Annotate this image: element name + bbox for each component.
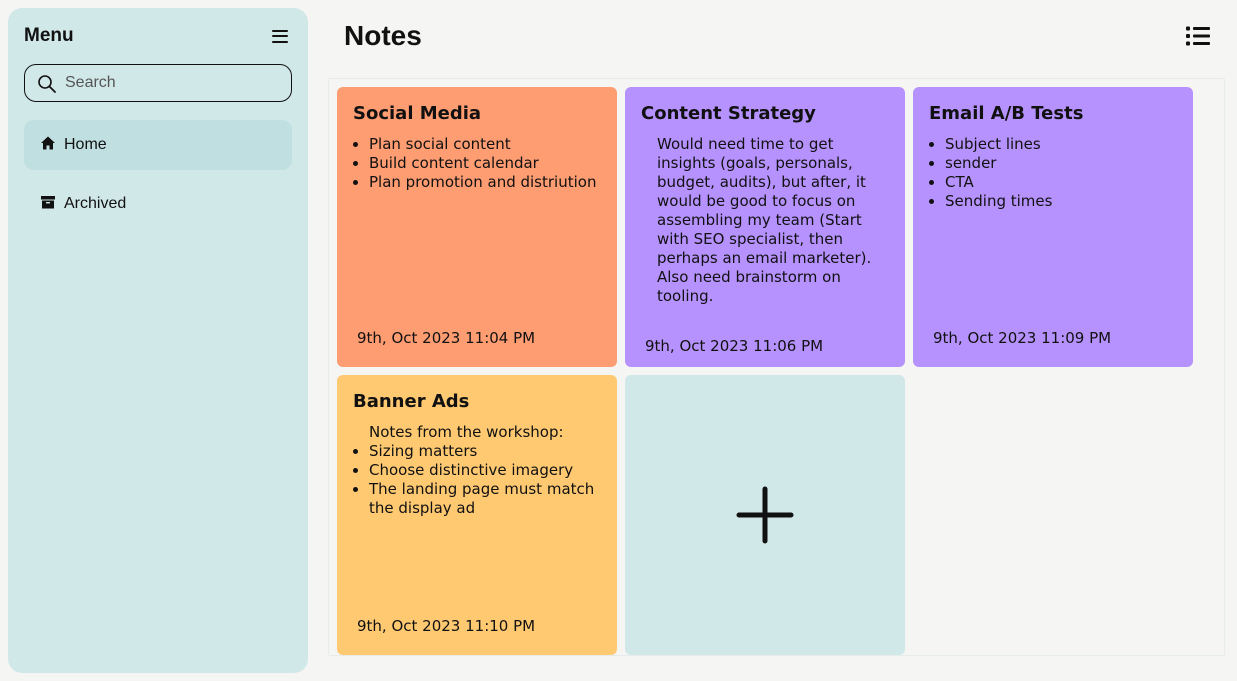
note-date: 9th, Oct 2023 11:10 PM [357, 617, 536, 635]
note-card-social-media[interactable]: Social Media Plan social content Build c… [337, 87, 617, 367]
note-card-email-ab-tests[interactable]: Email A/B Tests Subject lines sender CTA… [913, 87, 1193, 367]
sidebar-item-label: Home [64, 136, 107, 153]
note-bullet: CTA [945, 173, 1177, 192]
sidebar-header: Menu [24, 24, 292, 48]
note-date: 9th, Oct 2023 11:04 PM [357, 329, 536, 347]
note-body: Subject lines sender CTA Sending times [929, 135, 1177, 211]
sidebar-item-label: Archived [64, 195, 127, 212]
search-icon [38, 75, 56, 93]
search-input[interactable] [65, 74, 291, 92]
note-bullet: Sizing matters [369, 442, 601, 461]
home-icon [41, 136, 55, 150]
note-bullet: The landing page must match the display … [369, 480, 601, 518]
note-title: Content Strategy [641, 103, 816, 124]
add-note-button[interactable] [625, 375, 905, 655]
note-title: Banner Ads [353, 391, 470, 412]
note-bullet: sender [945, 154, 1177, 173]
note-date: 9th, Oct 2023 11:06 PM [645, 337, 824, 355]
sidebar-item-home[interactable]: Home [24, 120, 292, 170]
note-body: Plan social content Build content calend… [353, 135, 601, 192]
page-title: Notes [344, 20, 422, 51]
note-card-banner-ads[interactable]: Banner Ads Notes from the workshop: Sizi… [337, 375, 617, 655]
hamburger-menu-icon[interactable] [272, 29, 288, 43]
note-bullet: Sending times [945, 192, 1177, 211]
note-bullet: Subject lines [945, 135, 1177, 154]
note-title: Social Media [353, 103, 482, 124]
sidebar: Menu Home Archived [8, 8, 308, 673]
menu-title: Menu [24, 25, 74, 46]
note-bullet: Plan social content [369, 135, 601, 154]
note-body: Notes from the workshop: Sizing matters … [353, 423, 601, 518]
note-bullet: Plan promotion and distriution [369, 173, 601, 192]
note-bullet: Build content calendar [369, 154, 601, 173]
note-card-content-strategy[interactable]: Content Strategy Would need time to get … [625, 87, 905, 367]
note-bullet: Choose distinctive imagery [369, 461, 601, 480]
note-text: Would need time to get insights (goals, … [657, 135, 872, 305]
sidebar-item-archived[interactable]: Archived [24, 179, 292, 229]
note-title: Email A/B Tests [929, 103, 1084, 124]
note-body: Would need time to get insights (goals, … [641, 135, 889, 306]
plus-icon [736, 486, 794, 544]
archive-icon [41, 196, 55, 209]
note-intro: Notes from the workshop: [369, 423, 564, 441]
note-date: 9th, Oct 2023 11:09 PM [933, 329, 1112, 347]
notes-grid: Social Media Plan social content Build c… [328, 78, 1225, 656]
list-view-icon[interactable] [1186, 26, 1210, 46]
search-box [24, 64, 292, 102]
sidebar-nav: Home Archived [24, 120, 292, 229]
